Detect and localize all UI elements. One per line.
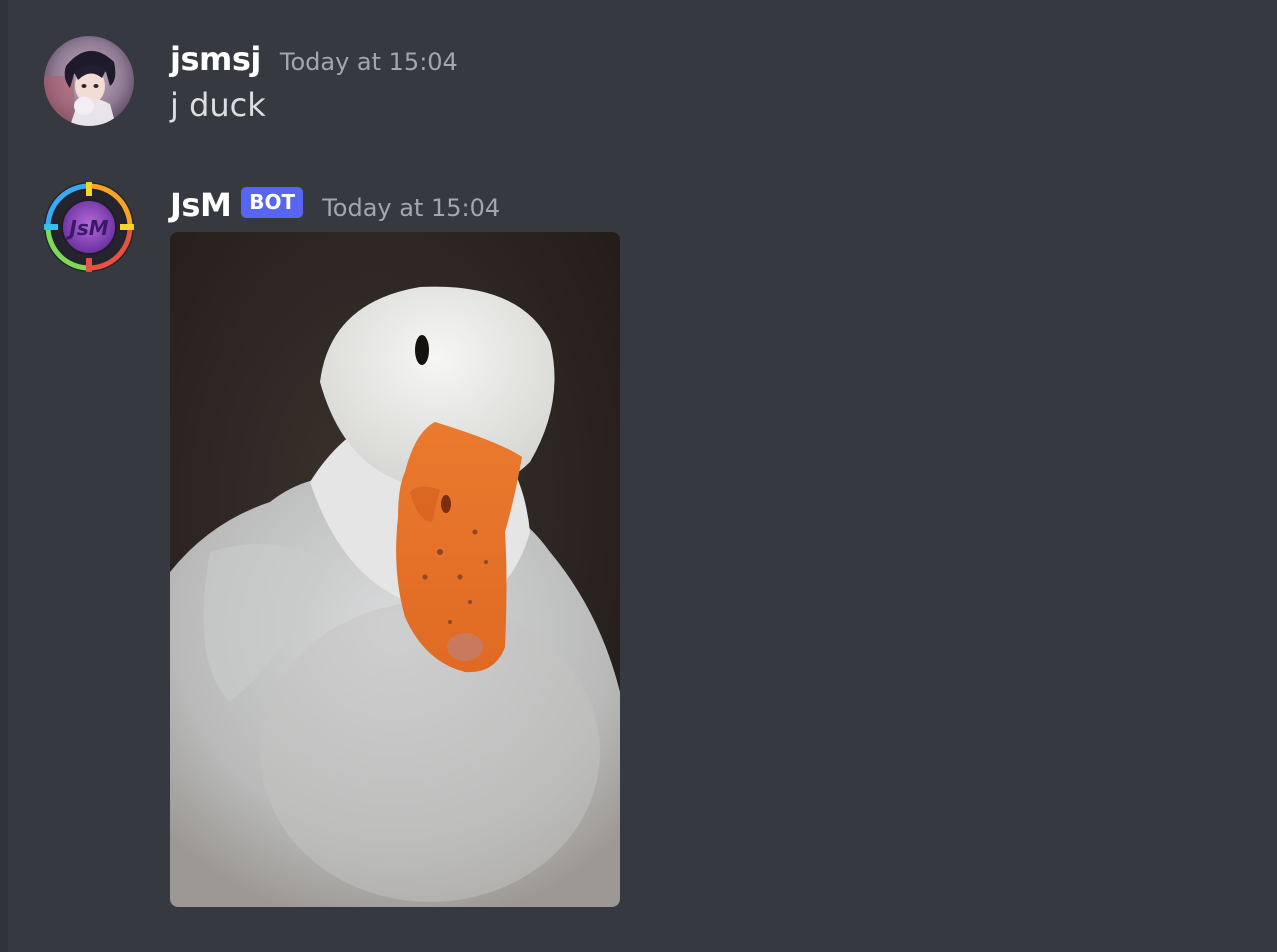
anime-avatar-icon (44, 36, 134, 126)
user-avatar[interactable] (44, 36, 134, 126)
jsm-logo-text: JsM (65, 216, 108, 240)
bot-avatar[interactable]: JsM (44, 182, 134, 272)
message-timestamp: Today at 15:04 (279, 48, 458, 76)
duck-image (170, 232, 620, 907)
author-username[interactable]: jsmsj (170, 40, 261, 78)
message-timestamp: Today at 15:04 (322, 194, 501, 222)
image-attachment[interactable] (170, 232, 620, 907)
message-header: jsmsj Today at 15:04 (170, 36, 458, 82)
message-header: JsM BOT Today at 15:04 (170, 182, 500, 228)
bot-badge: BOT (241, 186, 304, 218)
channel-left-edge (0, 0, 8, 952)
jsm-logo-icon: JsM (44, 182, 134, 272)
author-username[interactable]: JsM (170, 186, 232, 224)
message-content: j duck (170, 86, 266, 124)
